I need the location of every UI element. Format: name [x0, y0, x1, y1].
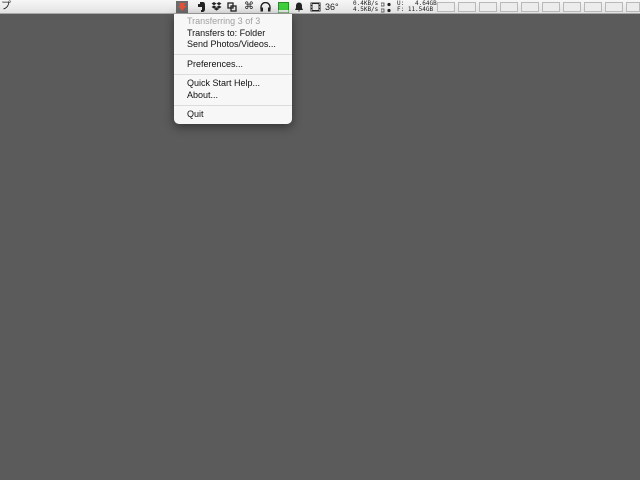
- dropbox-icon[interactable]: [210, 1, 222, 13]
- command-key-icon[interactable]: ⌘: [243, 1, 255, 13]
- battery-icon[interactable]: [277, 1, 289, 13]
- menu-separator: [174, 73, 292, 75]
- menu-item-quit[interactable]: Quit: [174, 109, 292, 121]
- disk-free: F: 11.54GB: [397, 6, 434, 13]
- network-download-speed: 4.5KB/s: [353, 6, 379, 13]
- headphones-icon[interactable]: [259, 1, 271, 13]
- app-menu-title[interactable]: プ: [1, 0, 11, 13]
- cpu-meter[interactable]: [542, 2, 560, 12]
- evernote-icon[interactable]: [195, 1, 207, 13]
- menu-item-transfers-to[interactable]: Transfers to: Folder: [174, 28, 292, 40]
- cpu-meter[interactable]: [437, 2, 455, 12]
- menu-item-about[interactable]: About...: [174, 90, 292, 102]
- cpu-meter[interactable]: [458, 2, 476, 12]
- transfer-app-icon[interactable]: [176, 1, 188, 13]
- menu-separator: [174, 54, 292, 55]
- menu-item-preferences[interactable]: Preferences...: [174, 59, 292, 71]
- temperature-readout[interactable]: 36°: [325, 0, 339, 14]
- menu-bar: プ ⌘ 36° 0.4KB/s 4.5KB/s U: 4.64GB F: 11.…: [0, 0, 640, 14]
- cpu-meter[interactable]: [521, 2, 539, 12]
- menu-item-send-photos[interactable]: Send Photos/Videos...: [174, 39, 292, 51]
- menu-item-transfer-status: Transferring 3 of 3: [187, 16, 261, 26]
- cpu-meter[interactable]: [500, 2, 518, 12]
- cpu-meter[interactable]: [605, 2, 623, 12]
- cpu-meter[interactable]: [626, 2, 640, 12]
- menu-separator: [174, 104, 292, 106]
- disk-usage-monitor[interactable]: U: 4.64GB F: 11.54GB: [397, 1, 437, 13]
- notification-bell-icon[interactable]: [293, 1, 305, 13]
- film-icon[interactable]: [309, 1, 321, 13]
- network-monitor[interactable]: 0.4KB/s 4.5KB/s: [353, 1, 378, 13]
- cpu-meter[interactable]: [563, 2, 581, 12]
- screen-share-icon[interactable]: [226, 1, 238, 13]
- menu-item-quick-start-help[interactable]: Quick Start Help...: [174, 78, 292, 90]
- cpu-meter[interactable]: [584, 2, 602, 12]
- disk-activity-icon: [380, 1, 393, 13]
- cpu-meter[interactable]: [479, 2, 497, 12]
- status-menu-dropdown: Transferring 3 of 3 Transfers to: Folder…: [174, 14, 292, 124]
